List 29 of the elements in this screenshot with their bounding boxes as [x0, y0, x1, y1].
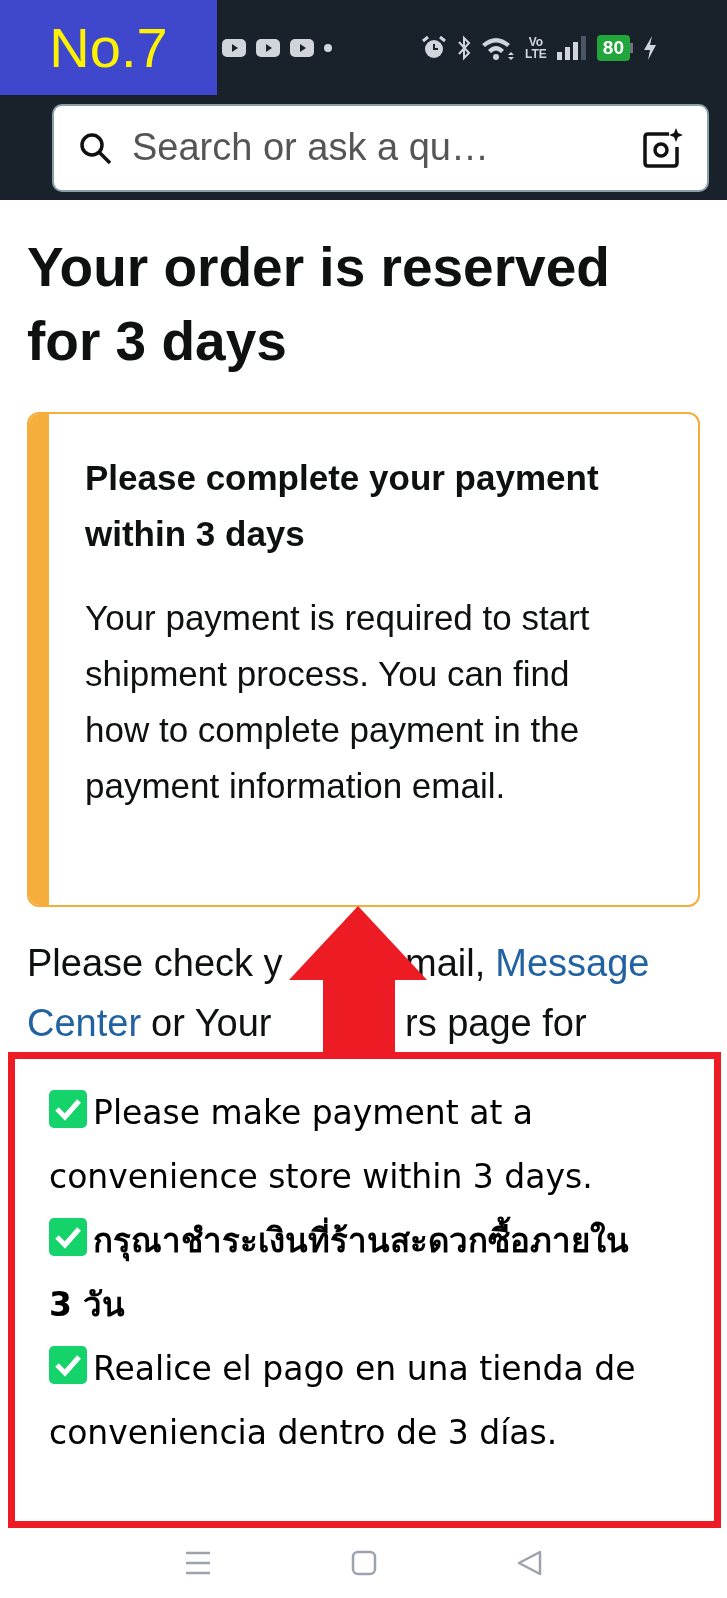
paragraph-text: Please check y — [27, 941, 283, 986]
callout-item: กรุณาชำระเงินที่ร้านสะดวกซื้อภายใน 3 วัน — [49, 1209, 654, 1337]
page-title: Your order is reserved for 3 days — [27, 235, 611, 374]
network-label-top: Vo — [528, 35, 544, 48]
network-label-bottom: LTE — [525, 47, 547, 60]
notice-heading: Please complete your payment within 3 days — [85, 457, 600, 555]
search-icon — [78, 130, 112, 165]
signal-icon — [556, 34, 587, 61]
menu-icon[interactable] — [184, 1550, 211, 1576]
notification-icon — [222, 38, 246, 57]
alarm-icon — [421, 34, 448, 61]
annotation-label: No.7 — [0, 0, 217, 95]
notice-body: Your payment is required to start shipment process. You can find how to complete payment in the payment information email. — [85, 597, 591, 807]
notification-icon — [256, 38, 280, 57]
home-icon[interactable] — [350, 1550, 377, 1576]
battery-level: 80 — [596, 34, 630, 61]
back-icon[interactable] — [516, 1550, 543, 1576]
paragraph-text: or Your — [151, 1001, 272, 1046]
bluetooth-icon — [457, 34, 472, 61]
callout-item: Please make payment at a convenience store within 3 days. — [49, 1081, 654, 1209]
dot-icon — [324, 43, 332, 52]
search-field[interactable]: Search or ask a qu… — [52, 103, 709, 192]
message-center-link[interactable]: Message — [495, 933, 650, 993]
notification-icon — [290, 38, 314, 57]
paragraph-text: rs page for — [405, 1001, 587, 1046]
camera-icon[interactable] — [641, 126, 683, 169]
callout-item: Realice el pago en una tienda de conveniencia dentro de 3 días. — [49, 1337, 654, 1465]
message-center-link[interactable]: Center — [27, 993, 142, 1053]
search-input[interactable]: Search or ask a qu… — [132, 119, 621, 176]
